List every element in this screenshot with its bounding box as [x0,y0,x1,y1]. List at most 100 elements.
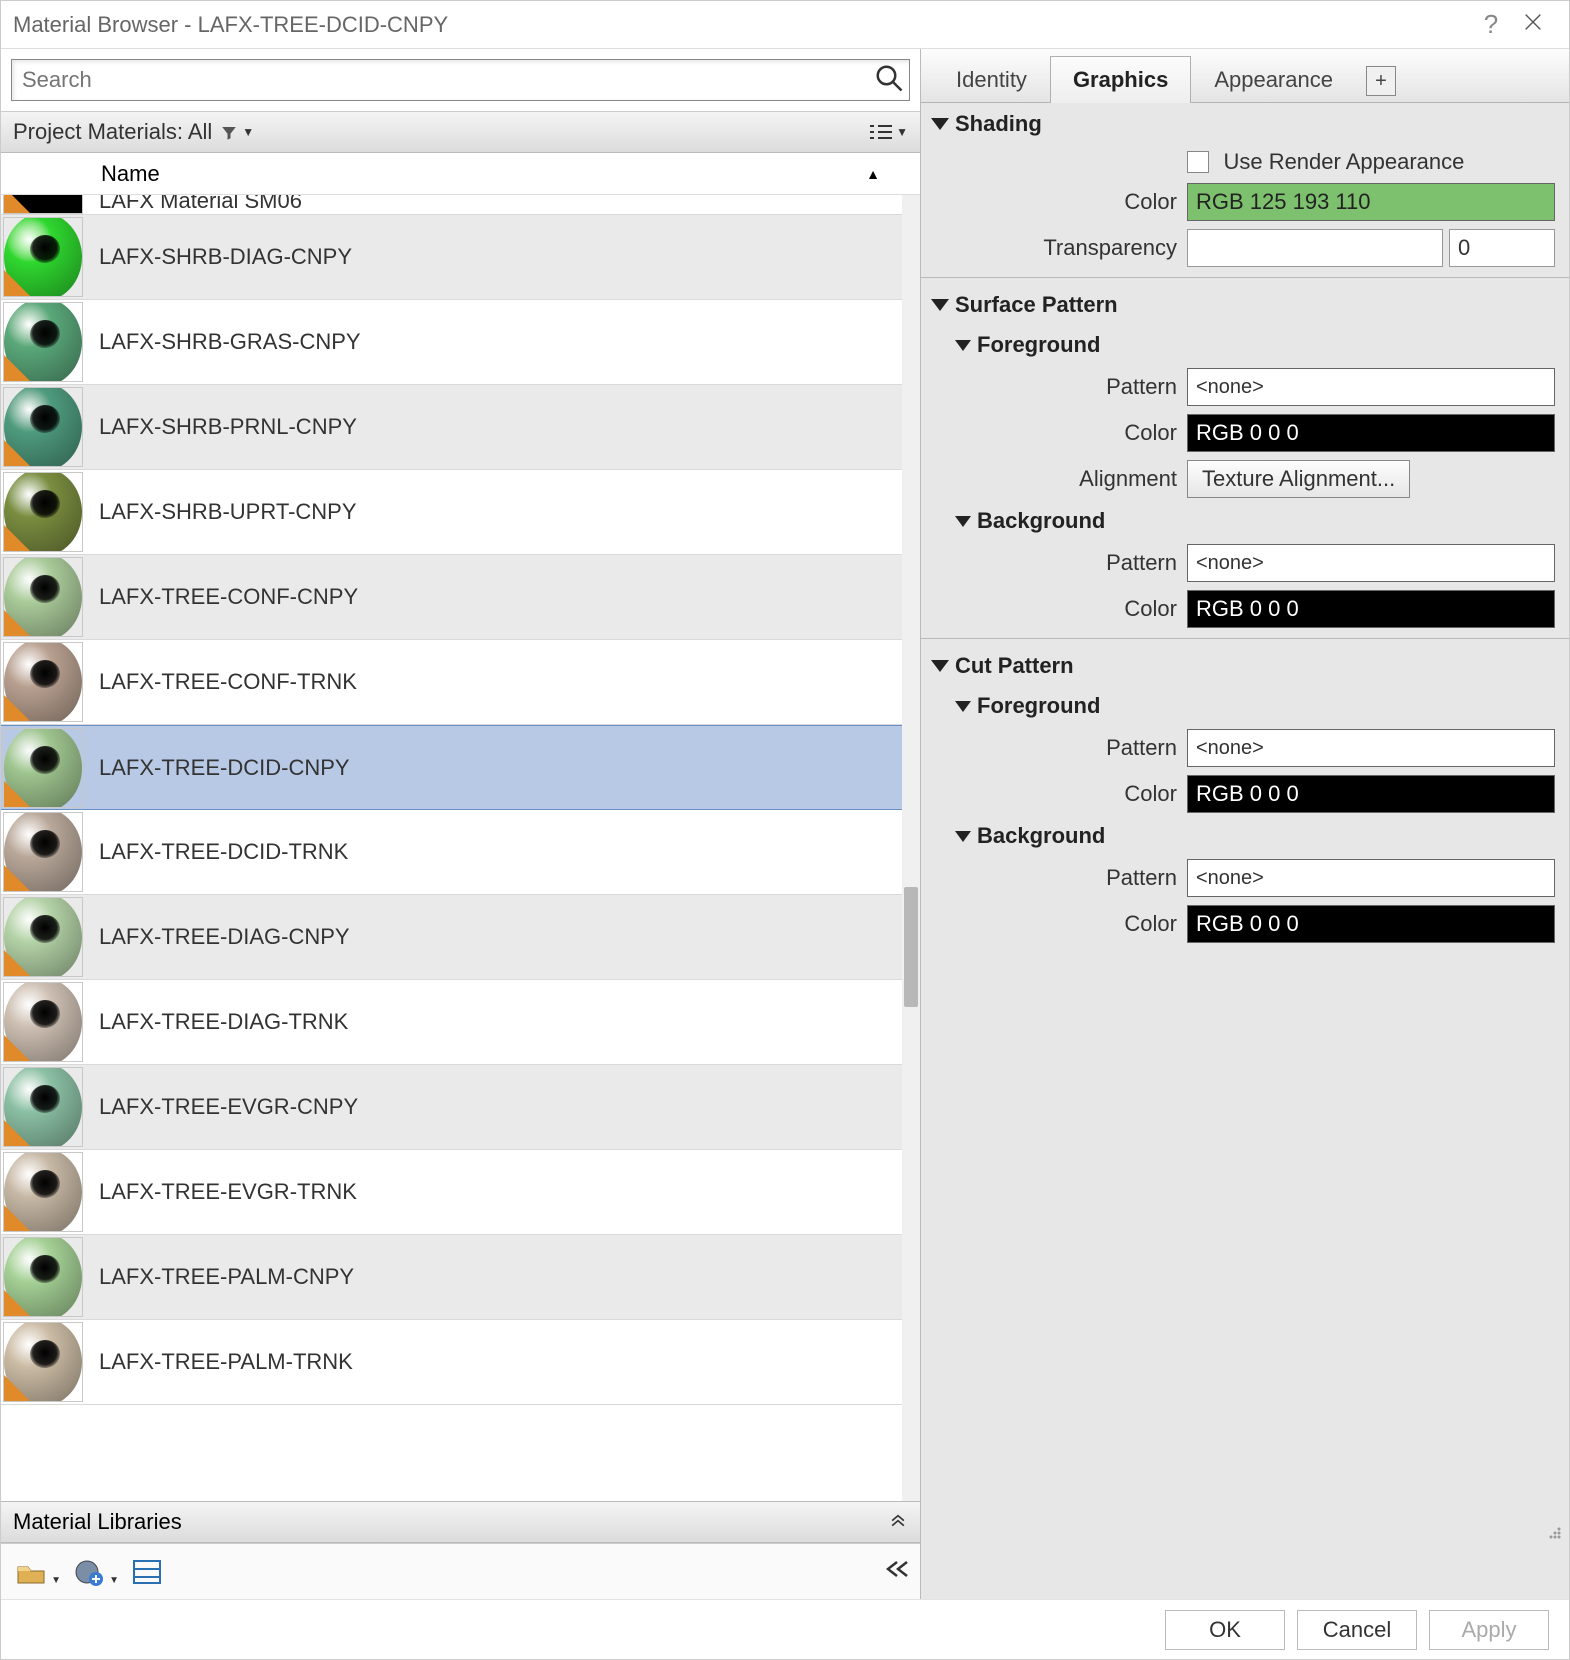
surface-fg-pattern-button[interactable]: <none> [1187,368,1555,406]
material-row[interactable]: LAFX-SHRB-UPRT-CNPY [1,470,902,555]
material-name: LAFX-SHRB-GRAS-CNPY [99,329,894,355]
material-row[interactable]: LAFX-TREE-CONF-CNPY [1,555,902,640]
surface-bg-pattern-button[interactable]: <none> [1187,544,1555,582]
color-label: Color [931,189,1187,215]
texture-alignment-button[interactable]: Texture Alignment... [1187,460,1410,498]
expand-icon[interactable] [888,1509,908,1535]
material-row[interactable]: LAFX Material SM06 [1,195,902,215]
material-name: LAFX Material SM06 [99,195,894,214]
color-label: Color [931,596,1187,622]
material-name: LAFX-SHRB-PRNL-CNPY [99,414,894,440]
material-row[interactable]: LAFX-SHRB-GRAS-CNPY [1,300,902,385]
view-mode-button[interactable]: ▼ [868,122,908,142]
color-label: Color [931,781,1187,807]
material-swatch [3,302,83,382]
alignment-label: Alignment [931,466,1187,492]
material-swatch [3,387,83,467]
pattern-label: Pattern [931,374,1187,400]
material-swatch [3,1067,83,1147]
cut-bg-pattern-button[interactable]: <none> [1187,859,1555,897]
material-name: LAFX-SHRB-UPRT-CNPY [99,499,894,525]
material-swatch [3,472,83,552]
chevron-down-icon [931,299,949,311]
material-name: LAFX-TREE-DCID-CNPY [99,755,894,781]
chevron-down-icon [931,660,949,672]
material-swatch [3,1322,83,1402]
chevron-down-icon [955,340,971,351]
collapse-panel-button[interactable] [884,1559,910,1584]
material-name: LAFX-TREE-DIAG-CNPY [99,924,894,950]
use-render-appearance-checkbox[interactable] [1187,151,1209,173]
apply-button[interactable]: Apply [1429,1610,1549,1650]
material-swatch [3,195,83,214]
material-name: LAFX-TREE-DIAG-TRNK [99,1009,894,1035]
dialog-footer: OK Cancel Apply [1,1599,1569,1659]
bottom-toolbar: ▼ ▼ [1,1543,920,1599]
transparency-label: Transparency [931,235,1187,261]
material-row[interactable]: LAFX-TREE-EVGR-TRNK [1,1150,902,1235]
project-materials-label: Project Materials: All [13,119,212,145]
surface-fg-color-button[interactable]: RGB 0 0 0 [1187,414,1555,452]
shading-color-button[interactable]: RGB 125 193 110 [1187,183,1555,221]
material-name: LAFX-TREE-EVGR-TRNK [99,1179,894,1205]
view-grid-button[interactable] [127,1554,167,1590]
filter-icon[interactable] [220,119,238,145]
tab-graphics[interactable]: Graphics [1050,56,1191,103]
material-list: LAFX Material SM06 LAFX-SHRB-DIAG-CNPY LAF… [1,195,902,1501]
cut-fg-color-button[interactable]: RGB 0 0 0 [1187,775,1555,813]
material-name: LAFX-TREE-CONF-CNPY [99,584,894,610]
section-shading[interactable]: Shading [921,103,1569,145]
section-surface-pattern[interactable]: Surface Pattern [921,284,1569,326]
material-row[interactable]: LAFX-TREE-PALM-CNPY [1,1235,902,1320]
material-swatch [3,642,83,722]
material-name: LAFX-TREE-EVGR-CNPY [99,1094,894,1120]
material-name: LAFX-TREE-CONF-TRNK [99,669,894,695]
surface-bg-color-button[interactable]: RGB 0 0 0 [1187,590,1555,628]
sort-indicator-icon: ▲ [866,166,880,182]
material-name: LAFX-SHRB-DIAG-CNPY [99,244,894,270]
search-input[interactable] [11,59,910,101]
scrollbar-thumb[interactable] [904,887,918,1007]
material-row[interactable]: LAFX-TREE-DCID-TRNK [1,810,902,895]
material-libraries-header[interactable]: Material Libraries [1,1501,920,1543]
material-row[interactable]: LAFX-TREE-CONF-TRNK [1,640,902,725]
help-icon[interactable]: ? [1473,9,1509,40]
scrollbar[interactable] [902,195,920,1501]
cut-foreground-header[interactable]: Foreground [921,687,1569,725]
cut-background-header[interactable]: Background [921,817,1569,855]
name-column-header[interactable]: Name ▲ [1,153,920,195]
open-library-button[interactable]: ▼ [11,1554,51,1590]
section-cut-pattern[interactable]: Cut Pattern [921,645,1569,687]
search-icon[interactable] [874,63,904,98]
ok-button[interactable]: OK [1165,1610,1285,1650]
cancel-button[interactable]: Cancel [1297,1610,1417,1650]
resize-grip-icon[interactable] [1545,1523,1563,1541]
material-swatch [3,982,83,1062]
filter-dropdown-icon[interactable]: ▼ [242,125,254,139]
close-icon[interactable] [1509,11,1557,39]
pattern-label: Pattern [931,550,1187,576]
transparency-input[interactable]: 0 [1449,229,1555,267]
material-row[interactable]: LAFX-SHRB-DIAG-CNPY [1,215,902,300]
surface-foreground-header[interactable]: Foreground [921,326,1569,364]
tab-identity[interactable]: Identity [933,56,1050,103]
material-row[interactable]: LAFX-TREE-DIAG-CNPY [1,895,902,980]
new-material-button[interactable]: ▼ [69,1554,109,1590]
material-swatch [3,897,83,977]
material-row[interactable]: LAFX-TREE-DIAG-TRNK [1,980,902,1065]
use-render-appearance-label: Use Render Appearance [1223,149,1464,174]
transparency-slider[interactable] [1187,229,1443,267]
material-swatch [3,728,83,808]
material-row[interactable]: LAFX-TREE-DCID-CNPY [1,725,902,810]
material-row[interactable]: LAFX-SHRB-PRNL-CNPY [1,385,902,470]
material-row[interactable]: LAFX-TREE-EVGR-CNPY [1,1065,902,1150]
cut-bg-color-button[interactable]: RGB 0 0 0 [1187,905,1555,943]
color-label: Color [931,911,1187,937]
surface-background-header[interactable]: Background [921,502,1569,540]
cut-fg-pattern-button[interactable]: <none> [1187,729,1555,767]
project-materials-header[interactable]: Project Materials: All ▼ ▼ [1,111,920,153]
tab-add[interactable]: + [1366,66,1396,96]
material-swatch [3,1237,83,1317]
tab-appearance[interactable]: Appearance [1191,56,1356,103]
material-row[interactable]: LAFX-TREE-PALM-TRNK [1,1320,902,1405]
